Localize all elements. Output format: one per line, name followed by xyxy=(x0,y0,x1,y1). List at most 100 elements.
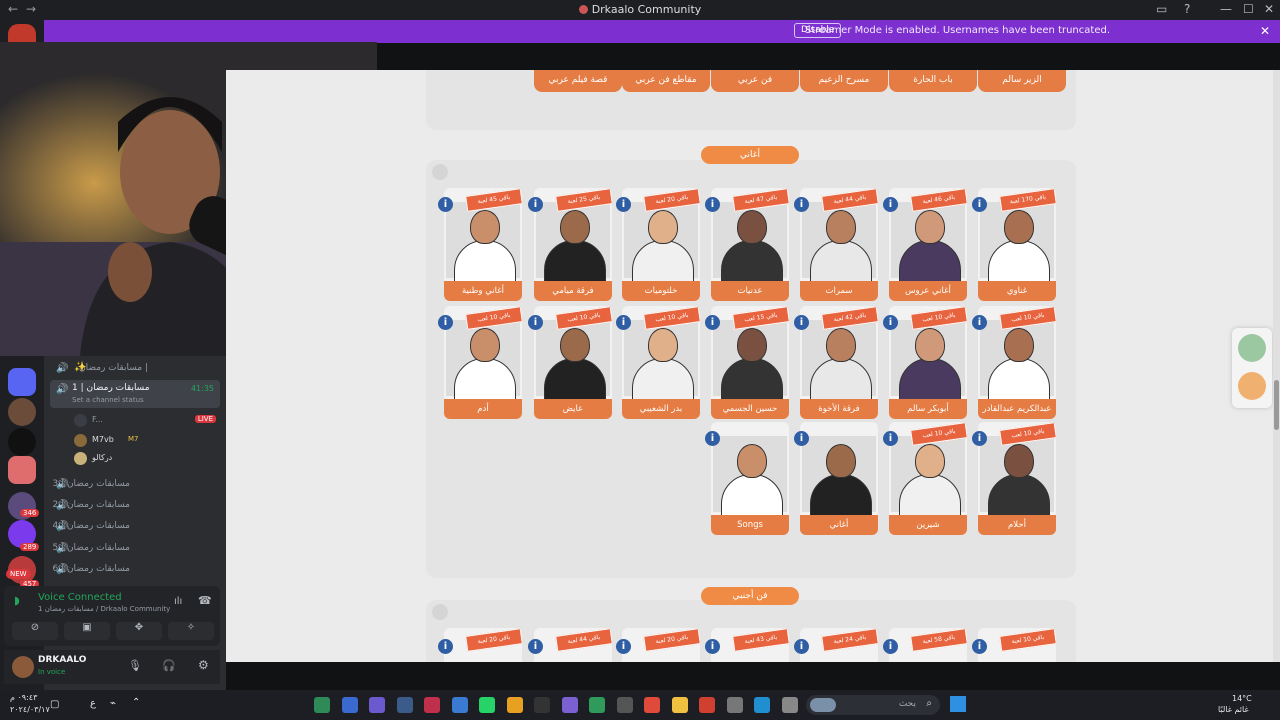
whatsapp-icon[interactable] xyxy=(479,697,495,713)
headphones-icon[interactable]: 🎧 xyxy=(162,659,176,672)
category-button[interactable]: مقاطع فن عربي xyxy=(622,70,710,92)
camera-toggle-button[interactable]: ⊘ xyxy=(12,622,58,640)
category-card[interactable]: باقي 44 لعبة xyxy=(534,628,612,662)
network-icon[interactable]: ⌁ xyxy=(110,698,116,709)
category-card[interactable]: باقي 10 لعب بدر الشعيبي xyxy=(622,306,700,419)
minimize-icon[interactable]: — xyxy=(1220,2,1232,16)
disconnect-icon[interactable]: ☎ xyxy=(198,594,212,607)
activities-button[interactable]: ✥ xyxy=(116,622,162,640)
tray-chevron-icon[interactable]: ⌃ xyxy=(132,697,140,708)
voice-channel-active[interactable]: 🔊 مسابقات رمضان | 1 41:35 Set a channel … xyxy=(50,380,220,408)
shield-app-icon[interactable] xyxy=(341,697,358,713)
category-card[interactable]: باقي 47 لعبة عدنيات xyxy=(711,188,789,301)
page-scrollbar[interactable] xyxy=(1273,70,1280,662)
category-card[interactable]: باقي 24 لعبة xyxy=(800,628,878,662)
app-icon-6[interactable] xyxy=(451,697,468,713)
voice-channel[interactable]: 🔊 مسابقات رمضان | 4 xyxy=(52,518,220,536)
settings-gear-icon[interactable]: ⚙ xyxy=(198,658,209,672)
app-icon-15[interactable] xyxy=(699,697,715,713)
microphone-icon[interactable]: 🎙 xyxy=(128,659,142,672)
category-card[interactable]: باقي 10 لعب أدم xyxy=(444,306,522,419)
widget-icon[interactable] xyxy=(1238,334,1266,362)
voice-channel[interactable]: 🔊 ✨ مسابقات رمضان | xyxy=(54,360,220,378)
voice-channel[interactable]: 🔊 مسابقات رمضان | 5 xyxy=(52,540,220,558)
category-card[interactable]: باقي 170 لعبة غناوي xyxy=(978,188,1056,301)
screen-share-icon[interactable]: ▭ xyxy=(1156,2,1167,16)
voice-member[interactable]: دركالو xyxy=(74,452,220,468)
floating-widget[interactable] xyxy=(1232,328,1272,408)
category-card[interactable]: باقي 10 لعب شيرين xyxy=(889,422,967,535)
weather-desc[interactable]: غائم غالبًا xyxy=(1218,705,1249,714)
collapse-icon[interactable] xyxy=(432,604,448,620)
maximize-icon[interactable]: ☐ xyxy=(1243,2,1254,16)
category-card[interactable]: باقي 45 لعبة أغاني وطنية xyxy=(444,188,522,301)
info-icon[interactable]: i xyxy=(972,315,987,330)
category-card[interactable]: باقي 42 لعبة فرقة الأخوة xyxy=(800,306,878,419)
info-icon[interactable]: i xyxy=(528,315,543,330)
category-card[interactable]: باقي 20 لعبة xyxy=(622,628,700,662)
notification-icon[interactable]: ▢ xyxy=(50,699,59,710)
steam-icon[interactable] xyxy=(396,697,413,713)
taskbar-time[interactable]: ٠٩:٤٣ م xyxy=(10,693,37,702)
app-icon-16[interactable] xyxy=(726,697,743,713)
collapse-icon[interactable] xyxy=(432,164,448,180)
taskbar-search[interactable]: بحث ⌕ xyxy=(806,695,940,715)
file-explorer-icon[interactable] xyxy=(671,697,688,713)
category-card[interactable]: باقي 25 لعبة فرقة ميامي xyxy=(534,188,612,301)
avatar[interactable] xyxy=(12,656,34,678)
app-icon-11[interactable] xyxy=(589,697,605,713)
category-card[interactable]: باقي 10 لعبة xyxy=(978,628,1056,662)
category-button[interactable]: قصة فيلم عربي xyxy=(534,70,622,92)
discord-icon[interactable] xyxy=(561,697,578,713)
category-card[interactable]: باقي 44 لعبة سمرات xyxy=(800,188,878,301)
category-card[interactable]: Songs xyxy=(711,422,789,535)
taskbar-date[interactable]: ٢٠٢٤/٠٣/١٧ xyxy=(10,705,50,714)
chrome-icon[interactable] xyxy=(506,697,523,713)
info-icon[interactable]: i xyxy=(883,639,898,654)
close-window-icon[interactable]: ✕ xyxy=(1264,2,1274,16)
info-icon[interactable]: i xyxy=(705,639,720,654)
info-icon[interactable]: i xyxy=(616,315,631,330)
widget-icon[interactable] xyxy=(1238,372,1266,400)
close-banner-icon[interactable]: ✕ xyxy=(1260,24,1270,38)
server-icon-1[interactable] xyxy=(8,398,36,426)
terminal-icon[interactable] xyxy=(534,697,550,713)
app-icon-3[interactable] xyxy=(369,697,385,713)
info-icon[interactable]: i xyxy=(438,197,453,212)
category-button[interactable]: باب الحارة xyxy=(889,70,977,92)
info-icon[interactable]: i xyxy=(883,197,898,212)
info-icon[interactable]: i xyxy=(794,315,809,330)
voice-member[interactable]: F... LIVE xyxy=(74,414,220,430)
info-icon[interactable]: i xyxy=(794,197,809,212)
category-button[interactable]: مسرح الزعيم xyxy=(800,70,888,92)
category-card[interactable]: باقي 43 لعبة xyxy=(711,628,789,662)
info-icon[interactable]: i xyxy=(528,639,543,654)
channel-status-input[interactable]: Set a channel status xyxy=(72,396,144,404)
server-folder-icon[interactable] xyxy=(8,368,36,396)
noise-suppression-icon[interactable]: ılı xyxy=(174,596,182,607)
category-card[interactable]: باقي 10 لعب عايض xyxy=(534,306,612,419)
category-card[interactable]: أغاني xyxy=(800,422,878,535)
category-card[interactable]: باقي 10 لعب أبوبكر سالم xyxy=(889,306,967,419)
windows-start-icon[interactable] xyxy=(950,696,966,712)
info-icon[interactable]: i xyxy=(972,639,987,654)
input-language[interactable]: ع xyxy=(90,698,96,709)
app-icon-12[interactable] xyxy=(616,697,633,713)
edge-icon[interactable] xyxy=(754,697,770,713)
category-button[interactable]: فن عربي xyxy=(711,70,799,92)
category-card[interactable]: باقي 46 لعبة أغاني عروس xyxy=(889,188,967,301)
category-card[interactable]: باقي 20 لعبة xyxy=(444,628,522,662)
app-icon-13[interactable] xyxy=(644,697,660,713)
info-icon[interactable]: i xyxy=(616,197,631,212)
info-icon[interactable]: i xyxy=(705,197,720,212)
category-card[interactable]: باقي 15 لعب حسين الجسمي xyxy=(711,306,789,419)
app-icon-1[interactable] xyxy=(314,697,330,713)
info-icon[interactable]: i xyxy=(883,315,898,330)
info-icon[interactable]: i xyxy=(438,315,453,330)
help-icon[interactable]: ? xyxy=(1184,2,1190,16)
screen-share-button[interactable]: ▣ xyxy=(64,622,110,640)
category-button[interactable]: الزير سالم xyxy=(978,70,1066,92)
disable-streamer-mode-button[interactable]: Disable xyxy=(794,23,842,38)
category-card[interactable]: باقي 10 لعب عبدالكريم عبدالقادر xyxy=(978,306,1056,419)
category-card[interactable]: باقي 58 لعبة xyxy=(889,628,967,662)
